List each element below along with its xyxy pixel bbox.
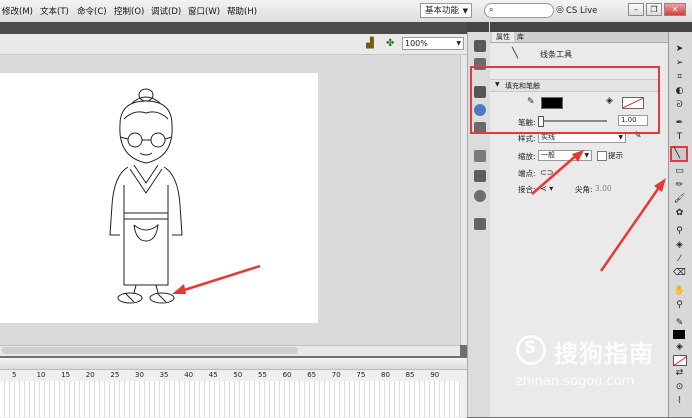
frame-number: 45 <box>208 371 218 379</box>
tab-library[interactable]: 库 <box>513 32 528 42</box>
menu-commands[interactable]: 命令(C) <box>77 5 107 17</box>
edit-symbol-icon[interactable]: ✤ <box>386 38 394 49</box>
rectangle-tool-icon[interactable]: ▭ <box>673 166 686 177</box>
frame-number: 50 <box>233 371 243 379</box>
menu-text[interactable]: 文本(T) <box>40 5 69 17</box>
search-icon: ⌕ <box>489 5 494 14</box>
annotation-arrow <box>531 150 584 195</box>
hand-tool-icon[interactable]: ✋ <box>673 286 686 297</box>
brush-tool-icon[interactable]: 🖌 <box>673 194 686 205</box>
pencil-tool-icon[interactable]: ✏ <box>673 180 686 191</box>
pen-tool-icon[interactable]: ✒ <box>673 118 686 129</box>
frame-number: 70 <box>331 371 341 379</box>
workspace-switcher[interactable]: 基本功能 ▼ <box>420 3 472 18</box>
cslive-label[interactable]: CS Live <box>566 6 597 16</box>
lasso-tool-icon[interactable]: ᘐ <box>673 100 686 111</box>
document-tab-strip <box>0 22 467 34</box>
text-tool-icon[interactable]: T <box>673 132 686 143</box>
chevron-down-icon: ▼ <box>618 134 623 141</box>
frame-number: 85 <box>405 371 415 379</box>
frame-number: 65 <box>307 371 317 379</box>
frame-number: 25 <box>110 371 120 379</box>
menu-help[interactable]: 帮助(H) <box>227 5 257 17</box>
fill-bucket-icon[interactable]: ◈ <box>673 342 686 353</box>
menu-window[interactable]: 窗口(W) <box>188 5 220 17</box>
menu-control[interactable]: 控制(O) <box>114 5 144 17</box>
zoom-value: 100% <box>405 39 428 48</box>
bone-tool-icon[interactable]: ⚲ <box>673 226 686 237</box>
watermark-url: zhinan.sogou.com <box>516 374 635 389</box>
menu-modify[interactable]: 修改(M) <box>2 5 33 17</box>
swap-colors-icon[interactable]: ⇄ <box>673 368 686 379</box>
frame-strip[interactable] <box>0 381 460 417</box>
close-button[interactable]: ✕ <box>664 3 686 16</box>
snap-to-objects-icon[interactable]: ⊙ <box>673 382 686 393</box>
line-tool-icon: ╲ <box>674 148 681 159</box>
eraser-tool-icon[interactable]: ⌫ <box>673 268 686 279</box>
watermark-brand: 搜狗指南 <box>554 340 654 368</box>
workspace-label: 基本功能 <box>425 6 460 16</box>
style-label: 样式: <box>518 134 536 143</box>
frame-number: 75 <box>356 371 366 379</box>
frame-number: 40 <box>184 371 194 379</box>
edit-bar <box>0 34 467 55</box>
highlight-box <box>470 66 660 134</box>
stroke-color-chip[interactable] <box>673 330 685 339</box>
code-snippets-icon[interactable] <box>474 218 486 230</box>
minimize-button[interactable]: – <box>628 3 644 16</box>
zoom-select[interactable]: 100% ▼ <box>402 37 464 50</box>
line-tool-button[interactable]: ╲ <box>670 146 688 162</box>
fill-color-chip[interactable] <box>673 355 687 366</box>
help-search-input[interactable]: ⌕ <box>484 3 554 18</box>
frame-number: 35 <box>159 371 169 379</box>
frame-number: 60 <box>282 371 292 379</box>
frame-number: 90 <box>430 371 440 379</box>
menu-debug[interactable]: 调试(D) <box>151 5 181 17</box>
scrollbar-thumb[interactable] <box>2 347 298 354</box>
motion-presets-icon[interactable] <box>474 190 486 202</box>
history-panel-icon[interactable] <box>474 150 486 162</box>
cslive-icon: ◎ <box>556 5 564 15</box>
free-transform-tool-icon[interactable]: ⌗ <box>673 72 686 83</box>
smooth-icon[interactable]: ⌇ <box>673 396 686 407</box>
3d-rotation-tool-icon[interactable]: ◐ <box>673 86 686 97</box>
align-panel-icon[interactable] <box>474 40 486 52</box>
timeline-header <box>0 358 467 370</box>
paint-bucket-tool-icon[interactable]: ◈ <box>673 240 686 251</box>
frame-number: 5 <box>12 371 17 379</box>
panel-title-bar <box>490 22 668 32</box>
annotation-arrow <box>172 264 261 294</box>
frame-number: 15 <box>61 371 71 379</box>
restore-button[interactable]: ❐ <box>646 3 662 16</box>
selection-tool-icon[interactable]: ➤ <box>673 44 686 55</box>
line-tool-icon: ╲ <box>512 48 519 59</box>
sogou-logo-icon: S <box>516 335 546 365</box>
subselection-tool-icon[interactable]: ➢ <box>673 58 686 69</box>
tools-title-bar <box>668 22 692 32</box>
no-fill-slash <box>674 356 686 365</box>
tool-name: 线条工具 <box>540 50 572 59</box>
chevron-down-icon: ▼ <box>456 40 461 47</box>
zoom-tool-icon[interactable]: ⚲ <box>673 300 686 311</box>
chevron-down-icon: ▼ <box>462 7 468 15</box>
panel-collapse-bar[interactable] <box>467 22 489 32</box>
deco-tool-icon[interactable]: ✿ <box>673 208 686 219</box>
edit-scene-icon[interactable]: ▟ <box>366 38 374 49</box>
components-panel-icon[interactable] <box>474 170 486 182</box>
frame-number: 55 <box>258 371 267 379</box>
frame-number: 80 <box>381 371 390 379</box>
frame-number: 10 <box>36 371 46 379</box>
hint-checkbox[interactable] <box>597 151 607 161</box>
eyedropper-tool-icon[interactable]: ⁄ <box>673 254 686 265</box>
hint-label: 提示 <box>608 151 623 160</box>
frame-number: 20 <box>85 371 95 379</box>
annotation-arrow <box>599 178 666 272</box>
stroke-color-pencil-icon[interactable]: ✎ <box>673 318 686 329</box>
frame-number: 30 <box>135 371 144 379</box>
tab-properties[interactable]: 属性 <box>492 32 514 42</box>
